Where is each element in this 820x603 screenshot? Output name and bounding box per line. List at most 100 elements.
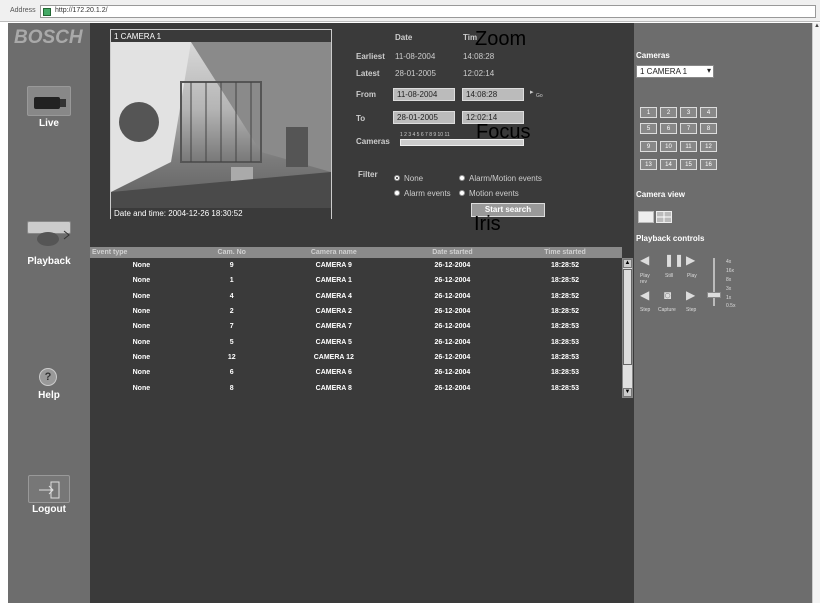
cell-cam-no: 9 (229, 262, 234, 270)
help-icon[interactable]: ? (39, 368, 57, 386)
camera-button-13[interactable]: 13 (640, 159, 657, 170)
table-row[interactable]: None 8 CAMERA 8 26-12-2004 18:28:53 (90, 380, 622, 395)
from-label: From (356, 90, 376, 99)
cameras-label: Cameras (356, 137, 390, 146)
table-scrollbar[interactable]: ▲ ▼ (622, 258, 633, 398)
col-time-started[interactable]: Time started (508, 247, 622, 258)
cell-date: 26-12-2004 (434, 308, 471, 316)
table-row[interactable]: None 4 CAMERA 4 26-12-2004 18:28:52 (90, 289, 622, 304)
camera-image (111, 42, 331, 208)
table-row[interactable]: None 6 CAMERA 6 26-12-2004 18:28:53 (90, 365, 622, 380)
filter-alarm-motion-radio[interactable] (459, 175, 465, 181)
camera-view[interactable]: 1 CAMERA 1 Date and time: 2004-12-26 18:… (110, 29, 332, 219)
camera-button-9[interactable]: 9 (640, 141, 657, 152)
camera-button-6[interactable]: 6 (660, 123, 677, 134)
pause-icon[interactable]: ❚❚ (664, 253, 684, 267)
camera-button-5[interactable]: 5 (640, 123, 657, 134)
cell-cam-no: 4 (229, 292, 234, 300)
tape-icon (37, 230, 70, 246)
single-view-icon[interactable] (638, 211, 654, 223)
playback-heading: Playback controls (636, 234, 705, 243)
go-arrow-icon[interactable]: ▸ (530, 88, 534, 96)
cell-date: 26-12-2004 (434, 292, 471, 300)
table-row[interactable]: None 12 CAMERA 12 26-12-2004 18:28:53 (90, 350, 622, 365)
left-nav: BOSCH Live Playback ? Help Logout (8, 23, 90, 603)
nav-live[interactable]: Live (8, 118, 90, 129)
playback-icon[interactable] (27, 221, 71, 246)
camera-button-14[interactable]: 14 (660, 159, 677, 170)
focus-overlay: Focus (476, 121, 531, 143)
iris-overlay: Iris (474, 213, 501, 235)
cell-date: 26-12-2004 (434, 262, 471, 270)
camera-button-16[interactable]: 16 (700, 159, 717, 170)
logout-icon[interactable] (28, 475, 70, 503)
nav-playback[interactable]: Playback (8, 256, 90, 267)
door-arrow-icon (39, 481, 60, 499)
col-event-type[interactable]: Event type (90, 247, 193, 258)
filter-motion-radio[interactable] (459, 190, 465, 196)
table-row[interactable]: None 5 CAMERA 5 26-12-2004 18:28:53 (90, 334, 622, 349)
table-row[interactable]: None 1 CAMERA 1 26-12-2004 18:28:52 (90, 273, 622, 288)
camera-button-2[interactable]: 2 (660, 107, 677, 118)
camera-button-3[interactable]: 3 (680, 107, 697, 118)
camera-button-1[interactable]: 1 (640, 107, 657, 118)
page-scroll-up-icon[interactable]: ▲ (813, 23, 820, 31)
cell-date: 26-12-2004 (434, 323, 471, 331)
from-date-input[interactable]: 11-08-2004 (393, 88, 455, 101)
table-row[interactable]: None 7 CAMERA 7 26-12-2004 18:28:53 (90, 319, 622, 334)
grid-icon (657, 212, 671, 222)
bosch-logo: BOSCH (14, 27, 83, 48)
speed-slider-thumb[interactable] (707, 292, 721, 298)
capture-icon[interactable]: ◙ (664, 288, 671, 302)
cell-event-type: None (132, 323, 151, 331)
cell-event-type: None (132, 277, 151, 285)
quad-view-icon[interactable] (656, 211, 672, 223)
step-forward-icon[interactable]: ▶ (686, 288, 695, 302)
camera-button-8[interactable]: 8 (700, 123, 717, 134)
step-back-icon[interactable]: ◀ (640, 288, 649, 302)
play-rev-label: Play rev (640, 273, 650, 285)
step-forward-label: Step (686, 307, 697, 313)
camera-button-15[interactable]: 15 (680, 159, 697, 170)
table-row[interactable]: None 2 CAMERA 2 26-12-2004 18:28:52 (90, 304, 622, 319)
cell-cam-no: 1 (229, 277, 234, 285)
capture-label: Capture (658, 307, 676, 313)
filter-alarm-label: Alarm events (404, 189, 451, 198)
camera-button-12[interactable]: 12 (700, 141, 717, 152)
filter-none-radio[interactable] (394, 175, 400, 181)
cell-time: 18:28:52 (550, 292, 580, 300)
scroll-down-icon[interactable]: ▼ (623, 388, 632, 397)
speed-slider-track[interactable] (713, 258, 715, 306)
cell-camera-name: CAMERA 2 (315, 308, 352, 316)
nav-logout[interactable]: Logout (8, 504, 90, 515)
cameras-heading: Cameras (636, 51, 670, 60)
step-back-label: Step (640, 307, 651, 313)
cell-event-type: None (132, 338, 151, 346)
play-reverse-icon[interactable]: ◀ (640, 253, 649, 267)
table-row[interactable]: None 9 CAMERA 9 26-12-2004 18:28:52 (90, 258, 622, 273)
camera-button-7[interactable]: 7 (680, 123, 697, 134)
scroll-up-icon[interactable]: ▲ (623, 259, 632, 268)
cell-cam-no: 6 (229, 369, 234, 377)
to-date-input[interactable]: 28-01-2005 (393, 111, 455, 124)
live-camera-icon[interactable] (27, 86, 71, 116)
filter-alarm-radio[interactable] (394, 190, 400, 196)
zoom-overlay: Zoom (475, 28, 527, 50)
scroll-thumb[interactable] (623, 269, 632, 365)
play-icon[interactable]: ▶ (686, 253, 695, 267)
nav-help[interactable]: Help (8, 390, 90, 401)
camera-button-10[interactable]: 10 (660, 141, 677, 152)
from-time-input[interactable]: 14:08:28 (462, 88, 524, 101)
cell-camera-name: CAMERA 7 (315, 323, 352, 331)
col-date-started[interactable]: Date started (396, 247, 508, 258)
col-cam-no[interactable]: Cam. No (192, 247, 271, 258)
camera-button-11[interactable]: 11 (680, 141, 697, 152)
page-scrollbar[interactable]: ▲ (812, 23, 820, 603)
url-field[interactable]: http://172.20.1.2/ (40, 5, 816, 18)
camera-select[interactable]: 1 CAMERA 1 ▾ (636, 65, 714, 78)
camera-button-4[interactable]: 4 (700, 107, 717, 118)
cell-time: 18:28:53 (550, 384, 580, 392)
earliest-time: 14:08:28 (463, 52, 495, 61)
col-camera-name[interactable]: Camera name (270, 247, 397, 258)
go-link[interactable]: Go (536, 93, 543, 99)
